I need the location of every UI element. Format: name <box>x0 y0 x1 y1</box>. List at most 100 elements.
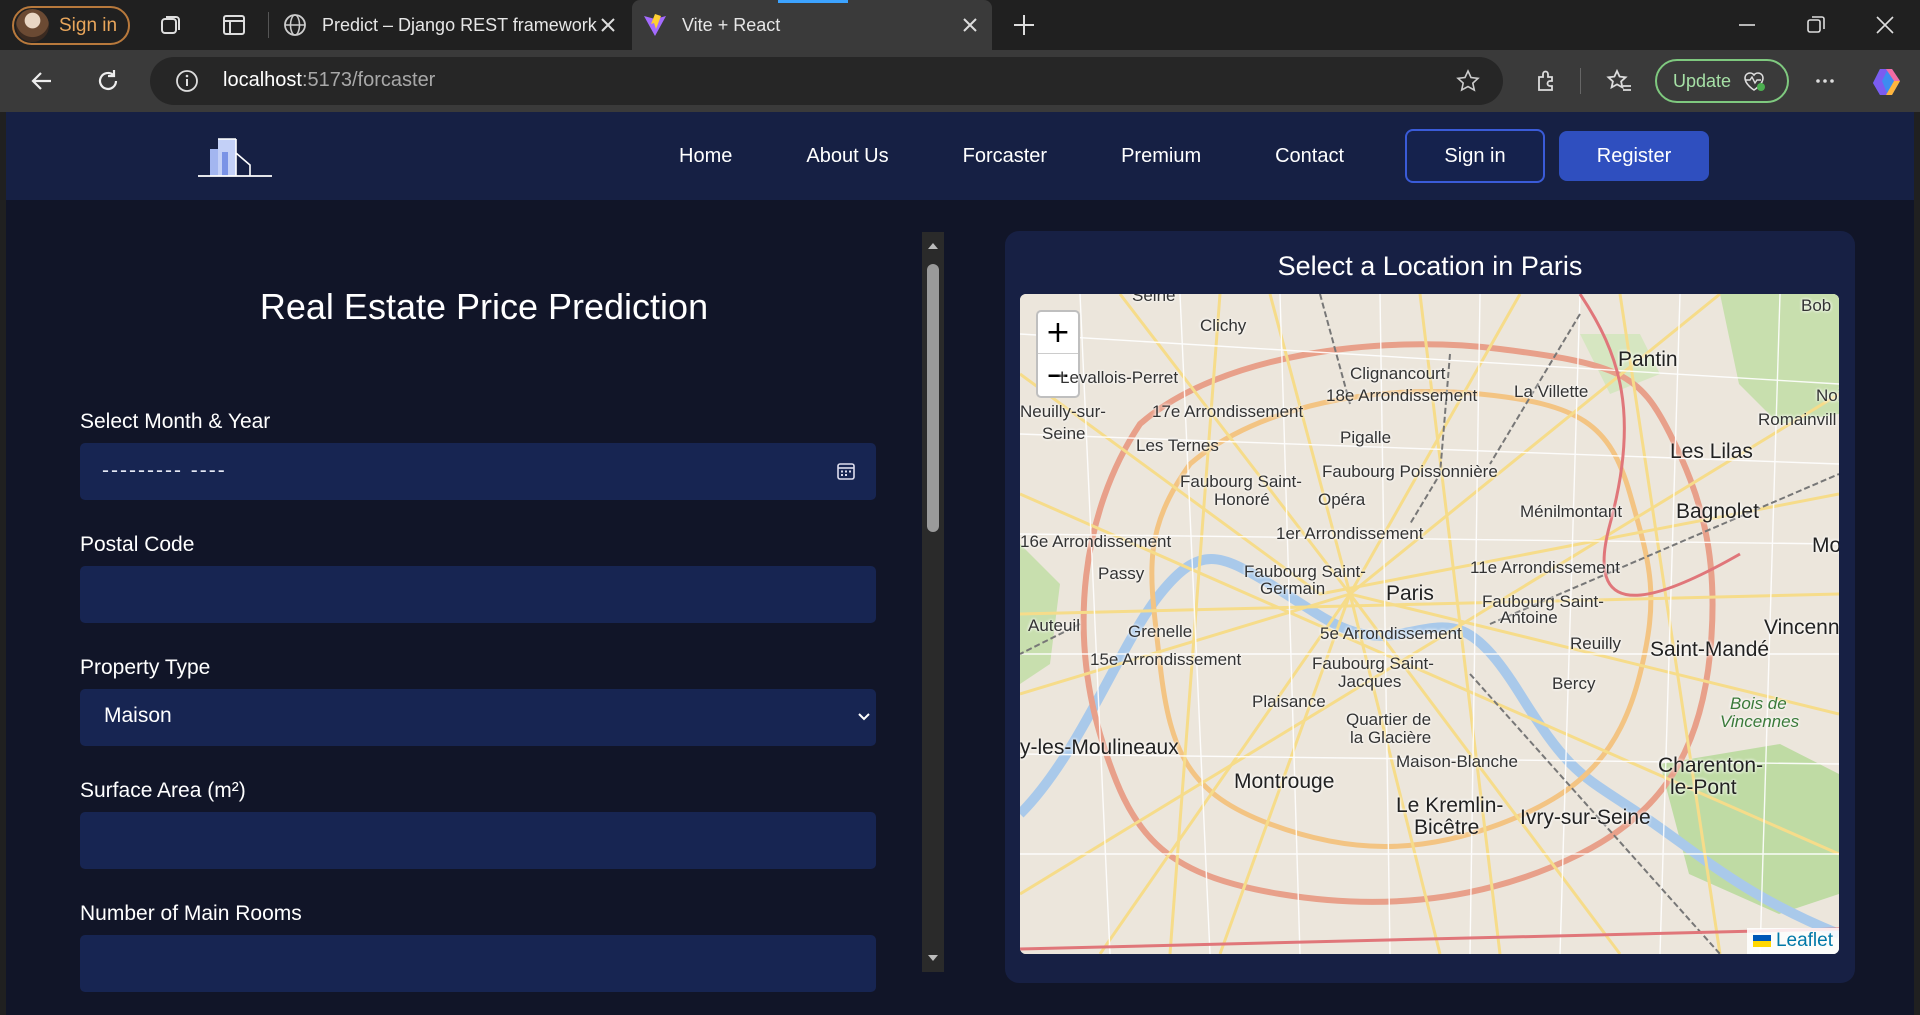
map-label: Pigalle <box>1340 428 1392 447</box>
extensions-icon[interactable] <box>1531 66 1561 96</box>
tab-separator <box>268 12 269 38</box>
month-year-label: Select Month & Year <box>80 410 271 433</box>
site-navbar: Home About Us Forcaster Premium Contact … <box>6 112 1914 200</box>
map-label: La Villette <box>1514 382 1589 401</box>
postal-code-input[interactable] <box>80 566 876 623</box>
avatar <box>16 9 49 42</box>
url-host: localhost <box>223 69 302 91</box>
surface-area-input[interactable] <box>80 812 876 869</box>
toolbar-separator <box>1580 68 1581 94</box>
property-type-select[interactable]: Maison <box>80 689 876 746</box>
favorites-icon[interactable] <box>1604 66 1634 96</box>
map-label: Vincennes <box>1720 712 1800 731</box>
main-menu: Home About Us Forcaster Premium Contact <box>679 112 1344 200</box>
paris-map[interactable]: + − Seine Clichy Levallois-Perret Cligna… <box>1020 294 1839 954</box>
nav-about-link[interactable]: About Us <box>806 145 888 168</box>
map-label: Clignancourt <box>1350 364 1446 383</box>
scrollbar-thumb[interactable] <box>927 264 939 532</box>
map-label: Germain <box>1260 579 1326 598</box>
close-window-icon[interactable] <box>1872 12 1898 38</box>
back-icon[interactable] <box>27 66 57 96</box>
map-label: Reuilly <box>1570 634 1622 653</box>
map-label: Les Lilas <box>1670 440 1753 463</box>
url-path: :5173/forcaster <box>301 69 436 91</box>
vertical-tabs-icon[interactable] <box>219 10 249 40</box>
zoom-in-button[interactable]: + <box>1038 312 1078 354</box>
map-label: 15e Arrondissement <box>1090 650 1242 669</box>
update-button[interactable]: Update <box>1655 59 1789 103</box>
map-label: Charenton- <box>1658 754 1764 777</box>
map-label: Romainvill <box>1758 410 1837 429</box>
map-label: Plaisance <box>1252 692 1326 711</box>
form-scrollbar[interactable] <box>922 232 944 972</box>
refresh-icon[interactable] <box>93 66 123 96</box>
nav-home-link[interactable]: Home <box>679 145 732 168</box>
heart-pulse-icon <box>1744 72 1766 91</box>
map-attribution[interactable]: Leaflet <box>1746 928 1839 954</box>
map-label: Noi <box>1816 386 1839 405</box>
map-label: Seine <box>1132 294 1176 305</box>
new-tab-icon[interactable] <box>1010 11 1038 39</box>
scroll-up-icon[interactable] <box>927 240 939 252</box>
map-label: Honoré <box>1214 490 1270 509</box>
map-label: Quartier de <box>1346 710 1432 729</box>
nav-premium-link[interactable]: Premium <box>1121 145 1201 168</box>
minimize-icon[interactable] <box>1734 12 1760 38</box>
workspaces-icon[interactable] <box>155 10 185 40</box>
map-label: Le Kremlin- <box>1396 794 1504 817</box>
map-label: Bicêtre <box>1414 816 1480 839</box>
map-label: Montrouge <box>1234 770 1335 793</box>
scroll-down-icon[interactable] <box>927 952 939 964</box>
map-label: Pantin <box>1618 348 1678 371</box>
site-info-icon[interactable] <box>174 68 200 94</box>
tab-predict-django[interactable]: Predict – Django REST framework <box>272 0 630 50</box>
map-title: Select a Location in Paris <box>1277 251 1583 281</box>
month-year-placeholder: --------- ---- <box>102 459 227 482</box>
close-tab-icon[interactable] <box>958 13 982 37</box>
vite-icon <box>644 14 666 36</box>
main-rooms-input[interactable] <box>80 935 876 992</box>
ukraine-flag-icon <box>1752 935 1771 947</box>
page-viewport: Home About Us Forcaster Premium Contact … <box>6 112 1914 1015</box>
surface-area-label: Surface Area (m²) <box>80 779 246 802</box>
map-label: Maison-Blanche <box>1396 752 1518 771</box>
nav-contact-link[interactable]: Contact <box>1275 145 1344 168</box>
tab-title: Vite + React <box>682 14 781 35</box>
map-label: Opéra <box>1318 490 1366 509</box>
register-button[interactable]: Register <box>1559 131 1709 181</box>
map-label: 18e Arrondissement <box>1326 386 1478 405</box>
address-bar[interactable]: localhost:5173/forcaster <box>150 57 1503 105</box>
sign-in-button[interactable]: Sign in <box>1405 129 1545 183</box>
map-label: 5e Arrondissement <box>1320 624 1462 643</box>
map-label: y-les-Moulineaux <box>1020 736 1179 759</box>
map-label: 17e Arrondissement <box>1152 402 1304 421</box>
map-label: Bagnolet <box>1676 500 1759 523</box>
map-label: Auteuil <box>1028 616 1080 635</box>
browser-toolbar: localhost:5173/forcaster Update <box>0 50 1920 112</box>
restore-icon[interactable] <box>1803 12 1829 38</box>
leaflet-link[interactable]: Leaflet <box>1776 930 1833 952</box>
map-label: Montre <box>1812 534 1839 557</box>
nav-forcaster-link[interactable]: Forcaster <box>963 145 1047 168</box>
map-label: Antoine <box>1500 608 1558 627</box>
close-tab-icon[interactable] <box>596 13 620 37</box>
map-label: Jacques <box>1338 672 1402 691</box>
profile-label: Sign in <box>59 14 118 36</box>
map-label: Bob <box>1801 296 1832 315</box>
map-label: Paris <box>1386 582 1434 605</box>
map-label: Passy <box>1098 564 1145 583</box>
tab-title: Predict – Django REST framework <box>322 14 597 35</box>
month-year-input[interactable]: --------- ---- <box>80 443 876 500</box>
update-label: Update <box>1673 70 1732 91</box>
profile-button[interactable]: Sign in <box>12 6 130 45</box>
favorite-star-icon[interactable] <box>1455 68 1481 94</box>
tab-vite-react[interactable]: Vite + React <box>632 0 992 50</box>
more-menu-icon[interactable] <box>1810 66 1840 96</box>
map-label: Saint-Mandé <box>1650 638 1770 661</box>
map-label: le-Pont <box>1670 776 1737 799</box>
main-rooms-label: Number of Main Rooms <box>80 902 302 925</box>
calendar-icon[interactable] <box>836 461 856 481</box>
globe-icon <box>284 14 306 36</box>
copilot-icon[interactable] <box>1870 65 1904 99</box>
buildings-logo-icon[interactable] <box>196 132 276 182</box>
